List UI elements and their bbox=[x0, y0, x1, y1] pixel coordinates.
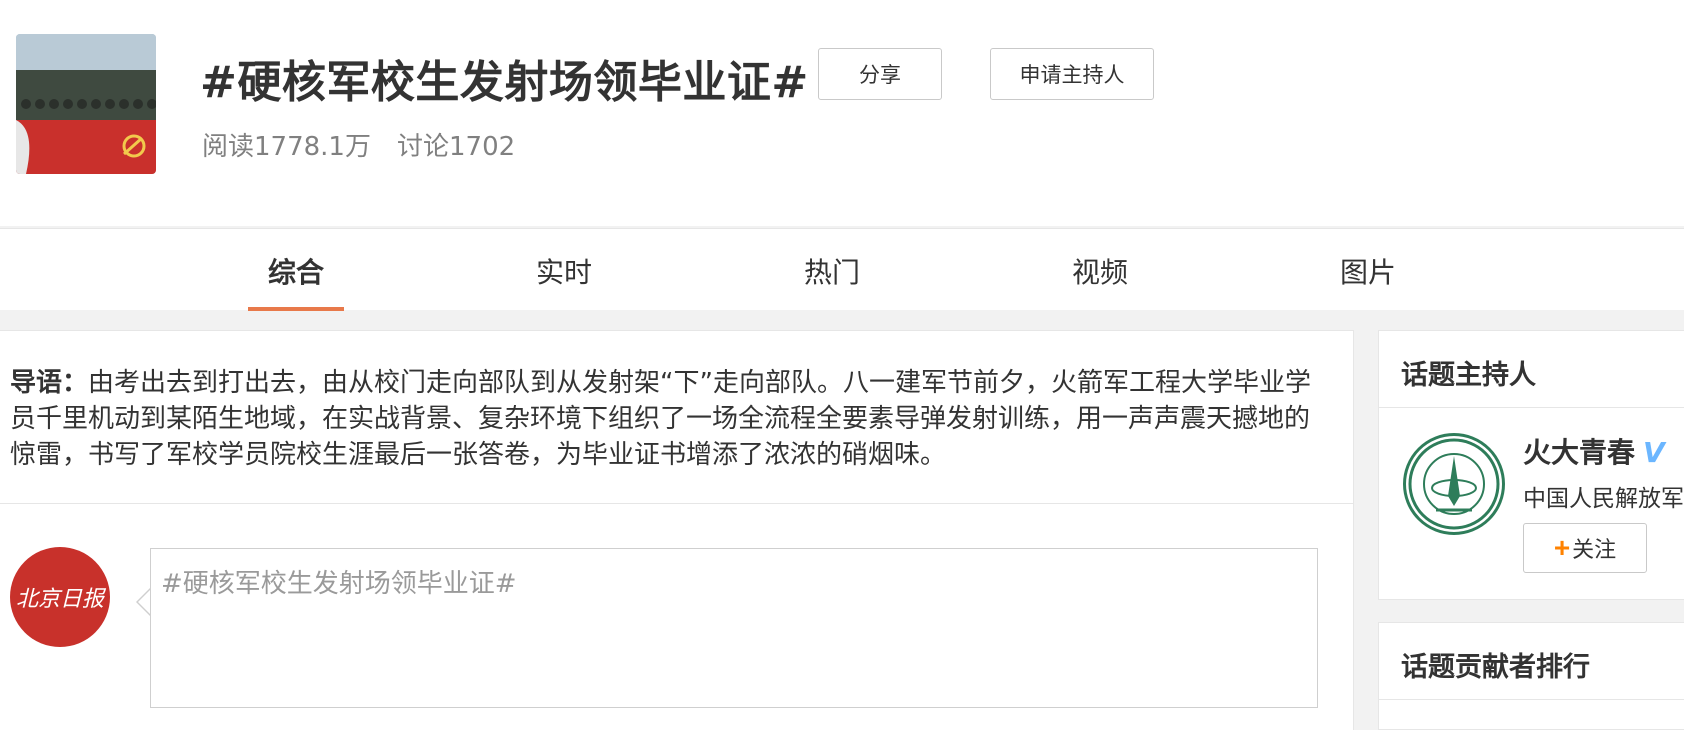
composer-pointer-inner bbox=[138, 590, 150, 614]
intro-text: 由考出去到打出去，由从校门走向部队到从发射架“下”走向部队。八一建军节前夕，火箭… bbox=[10, 368, 1311, 470]
intro-label: 导语： bbox=[10, 368, 89, 398]
divider bbox=[1379, 699, 1684, 700]
cover-photo bbox=[16, 34, 156, 174]
main-panel: 导语：由考出去到打出去，由从校门走向部队到从发射架“下”走向部队。八一建军节前夕… bbox=[0, 330, 1354, 730]
tab-video[interactable]: 视频 bbox=[1072, 251, 1128, 291]
host-name-text: 火大青春 bbox=[1523, 436, 1636, 469]
tab-realtime[interactable]: 实时 bbox=[536, 251, 592, 291]
contributor-rank-panel: 话题贡献者排行 bbox=[1378, 622, 1684, 730]
topic-tabs: 综合 实时 热门 视频 图片 bbox=[0, 228, 1684, 311]
share-button[interactable]: 分享 bbox=[818, 48, 942, 100]
avatar-logo-text: 北京日报 bbox=[15, 587, 104, 612]
host-name[interactable]: 火大青春 V bbox=[1523, 431, 1665, 471]
follow-button[interactable]: + 关注 bbox=[1523, 523, 1647, 573]
host-panel-title: 话题主持人 bbox=[1401, 360, 1536, 391]
tab-comprehensive[interactable]: 综合 bbox=[268, 251, 324, 291]
rank-panel-title: 话题贡献者排行 bbox=[1401, 652, 1590, 683]
active-tab-indicator bbox=[248, 307, 344, 311]
host-avatar[interactable] bbox=[1403, 433, 1505, 535]
user-avatar[interactable]: 北京日报 bbox=[10, 547, 110, 647]
topic-cover-image bbox=[16, 34, 156, 174]
follow-label: 关注 bbox=[1572, 537, 1617, 562]
topic-intro: 导语：由考出去到打出去，由从校门走向部队到从发射架“下”走向部队。八一建军节前夕… bbox=[10, 365, 1330, 473]
topic-header: #硬核军校生发射场领毕业证# 分享 申请主持人 阅读1778.1万 讨论1702 bbox=[0, 0, 1684, 226]
post-composer[interactable]: #硬核军校生发射场领毕业证# bbox=[150, 548, 1318, 708]
topic-title: #硬核军校生发射场领毕业证# bbox=[200, 57, 809, 108]
verified-icon: V bbox=[1643, 436, 1665, 469]
apply-host-button[interactable]: 申请主持人 bbox=[990, 48, 1154, 100]
plus-icon: + bbox=[1553, 532, 1571, 563]
divider bbox=[0, 503, 1354, 504]
divider bbox=[1379, 407, 1684, 408]
host-description: 中国人民解放军 bbox=[1523, 486, 1684, 512]
discussion-count: 讨论1702 bbox=[396, 132, 516, 162]
topic-host-panel: 话题主持人 火大青春 V 中国人民解放军 + 关注 bbox=[1378, 330, 1684, 600]
tab-images[interactable]: 图片 bbox=[1340, 251, 1396, 291]
read-count: 阅读1778.1万 bbox=[202, 132, 371, 162]
topic-stats: 阅读1778.1万 讨论1702 bbox=[202, 126, 541, 163]
university-emblem-icon bbox=[1408, 438, 1500, 530]
tab-hot[interactable]: 热门 bbox=[804, 251, 860, 291]
composer-text: #硬核军校生发射场领毕业证# bbox=[161, 569, 517, 599]
